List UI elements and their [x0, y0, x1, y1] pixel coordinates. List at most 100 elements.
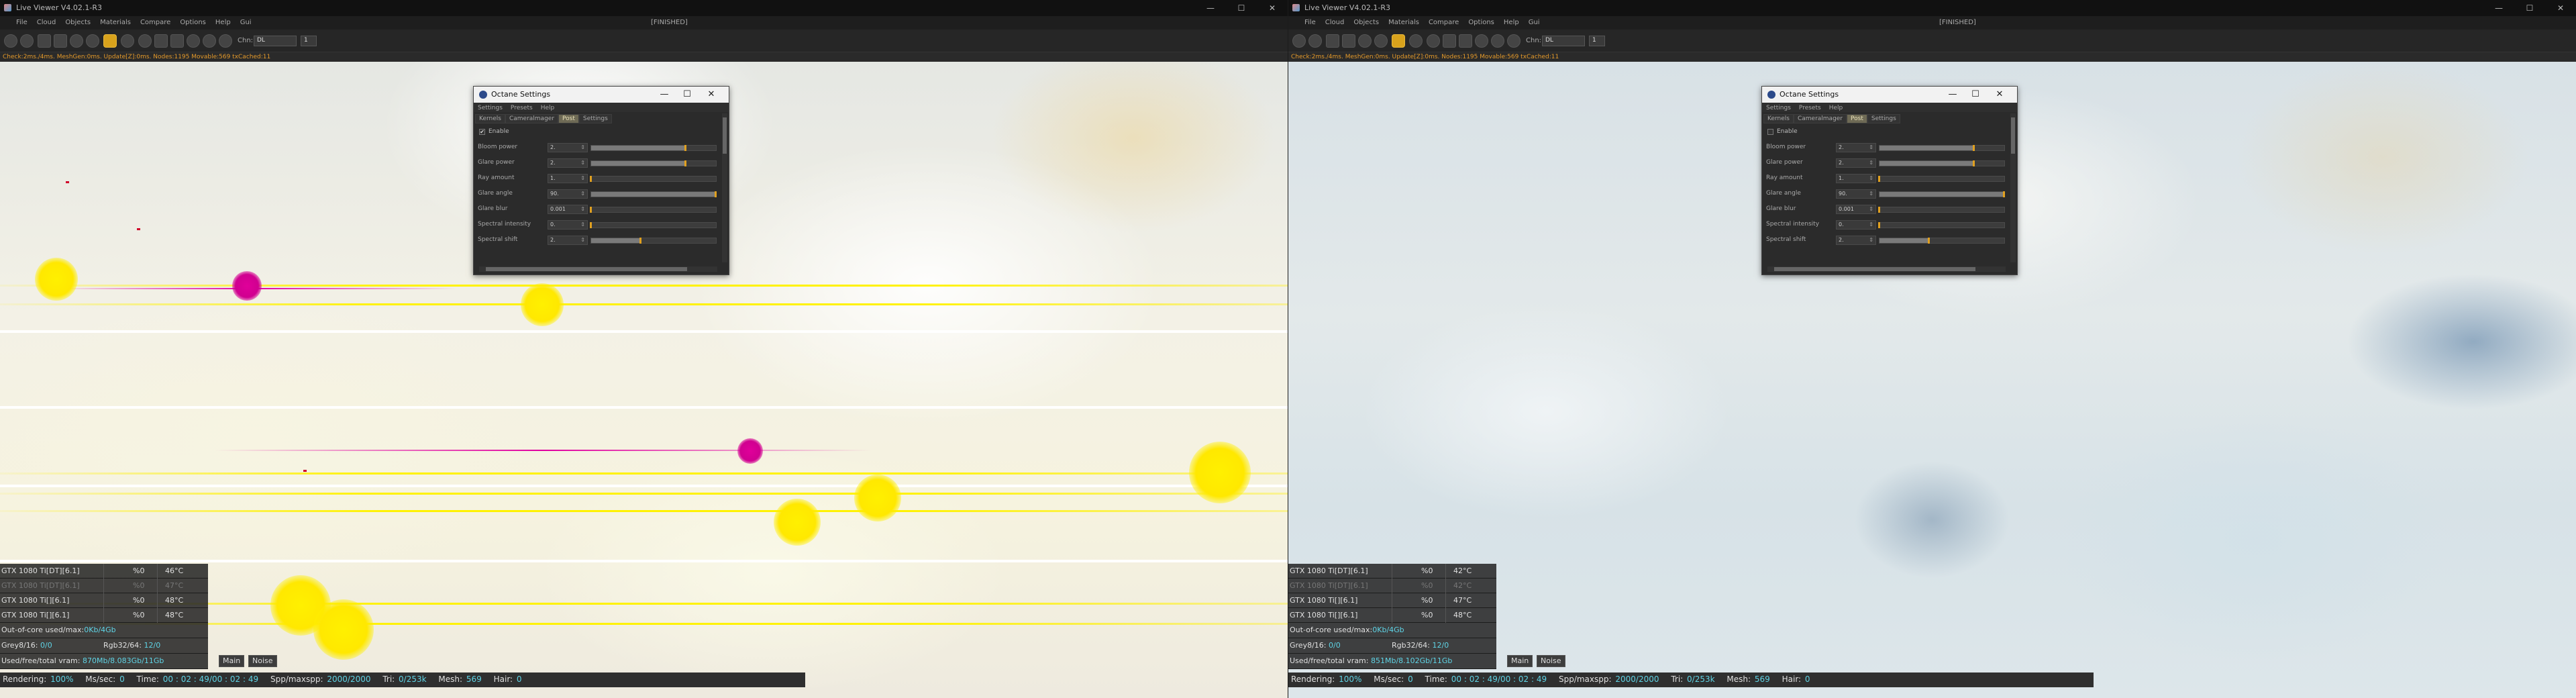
gpu-row[interactable]: GTX 1080 Ti[][6.1] %0 48°C [0, 593, 208, 608]
param-slider[interactable] [1878, 222, 2005, 228]
menu-help[interactable]: Help [1499, 16, 1524, 26]
settings-gear-icon[interactable] [4, 34, 17, 48]
spinner-arrows-icon[interactable]: ⇕ [1869, 144, 1873, 150]
channel-select[interactable]: DL [254, 36, 297, 46]
menu-compare[interactable]: Compare [1424, 16, 1463, 26]
dialog-scrollbar[interactable] [722, 113, 727, 262]
param-value-field[interactable]: 90. ⇕ [1836, 189, 1876, 199]
param-slider[interactable] [590, 160, 717, 166]
spinner-arrows-icon[interactable]: ⇕ [580, 237, 585, 243]
menu-objects[interactable]: Objects [60, 16, 95, 26]
material-ball-icon[interactable] [121, 34, 134, 48]
menu-cloud[interactable]: Cloud [1321, 16, 1349, 26]
main-button[interactable]: Main [219, 655, 245, 667]
menu-gui[interactable]: Gui [1524, 16, 1545, 26]
slider-knob[interactable] [715, 191, 717, 197]
pause-icon[interactable] [38, 34, 51, 48]
menu-options[interactable]: Options [175, 16, 211, 26]
param-value-field[interactable]: 0. ⇕ [1836, 220, 1876, 230]
param-slider[interactable] [1879, 191, 2005, 197]
dialog-menu-help[interactable]: Help [537, 104, 559, 112]
settings-gear-icon[interactable] [1292, 34, 1306, 48]
param-value-field[interactable]: 2. ⇕ [548, 236, 588, 245]
scroll-thumb[interactable] [2011, 117, 2015, 154]
param-slider[interactable] [590, 176, 717, 182]
slider-knob[interactable] [1878, 176, 1880, 182]
menu-materials[interactable]: Materials [95, 16, 136, 26]
gpu-row[interactable]: GTX 1080 Ti[DT][6.1] %0 42°C [1288, 579, 1496, 593]
tab-post[interactable]: Post [558, 114, 579, 123]
channel-select[interactable]: DL [1542, 36, 1585, 46]
object-picker-icon[interactable] [1459, 34, 1472, 48]
param-slider[interactable] [590, 207, 717, 213]
spinner-arrows-icon[interactable]: ⇕ [1869, 237, 1873, 243]
slider-knob[interactable] [1878, 222, 1880, 228]
param-value-field[interactable]: 2. ⇕ [1836, 143, 1876, 152]
light-icon[interactable] [219, 34, 232, 48]
dialog-maximize-button[interactable]: ☐ [1967, 88, 1983, 101]
dialog-menu-help[interactable]: Help [1825, 104, 1847, 112]
dialog-horizontal-scrollbar[interactable] [1767, 266, 2006, 272]
dialog-horizontal-scrollbar[interactable] [479, 266, 717, 272]
param-value-field[interactable]: 1. ⇕ [1836, 174, 1876, 183]
slider-knob[interactable] [1973, 160, 1975, 166]
tab-cameraimager[interactable]: Cameralmager [1793, 114, 1847, 123]
scroll-thumb[interactable] [1774, 267, 1975, 271]
param-value-field[interactable]: 2. ⇕ [548, 158, 588, 168]
slider-knob[interactable] [684, 145, 687, 151]
camera-target-icon[interactable] [1491, 34, 1504, 48]
menu-objects[interactable]: Objects [1349, 16, 1384, 26]
noise-button[interactable]: Noise [248, 655, 277, 667]
dialog-menu-settings[interactable]: Settings [1762, 104, 1795, 112]
dialog-close-button[interactable]: ✕ [1992, 88, 2008, 101]
scroll-thumb[interactable] [723, 117, 727, 154]
param-slider[interactable] [1879, 145, 2005, 151]
pause-icon[interactable] [1326, 34, 1339, 48]
slider-knob[interactable] [1973, 145, 1975, 151]
spinner-arrows-icon[interactable]: ⇕ [1869, 206, 1873, 212]
close-button[interactable]: ✕ [1257, 0, 1288, 16]
gpu-row[interactable]: GTX 1080 Ti[][6.1] %0 48°C [1288, 608, 1496, 623]
tab-settings[interactable]: Settings [1867, 114, 1900, 123]
material-picker-icon[interactable] [1427, 34, 1440, 48]
stop-icon[interactable] [54, 34, 67, 48]
gpu-row[interactable]: GTX 1080 Ti[DT][6.1] %0 47°C [0, 579, 208, 593]
gpu-row[interactable]: GTX 1080 Ti[][6.1] %0 48°C [0, 608, 208, 623]
enable-checkbox[interactable] [1767, 129, 1773, 135]
camera-target-icon[interactable] [203, 34, 216, 48]
param-value-field[interactable]: 2. ⇕ [1836, 236, 1876, 245]
menu-gui[interactable]: Gui [236, 16, 256, 26]
spinner-arrows-icon[interactable]: ⇕ [580, 206, 585, 212]
dialog-menu-presets[interactable]: Presets [507, 104, 537, 112]
menu-materials[interactable]: Materials [1384, 16, 1424, 26]
noise-button[interactable]: Noise [1537, 655, 1565, 667]
clay-mode-icon[interactable] [70, 34, 83, 48]
param-value-field[interactable]: 2. ⇕ [548, 143, 588, 152]
dialog-minimize-button[interactable]: — [656, 88, 672, 101]
white-balance-icon[interactable] [1475, 34, 1488, 48]
param-slider[interactable] [590, 238, 717, 244]
minimize-button[interactable]: — [2483, 0, 2514, 16]
white-balance-icon[interactable] [187, 34, 200, 48]
param-value-field[interactable]: 0.001 ⇕ [548, 205, 588, 214]
minimize-button[interactable]: — [1195, 0, 1226, 16]
param-slider[interactable] [590, 222, 717, 228]
param-value-field[interactable]: 1. ⇕ [548, 174, 588, 183]
scroll-thumb[interactable] [486, 267, 687, 271]
slider-knob[interactable] [1928, 238, 1930, 244]
channel-count-field[interactable]: 1 [1589, 36, 1605, 46]
focus-picker-icon[interactable] [1443, 34, 1456, 48]
gpu-row[interactable]: GTX 1080 Ti[DT][6.1] %0 42°C [1288, 564, 1496, 579]
stop-icon[interactable] [1342, 34, 1355, 48]
spinner-arrows-icon[interactable]: ⇕ [1869, 160, 1873, 166]
menu-cloud[interactable]: Cloud [32, 16, 61, 26]
param-value-field[interactable]: 0. ⇕ [548, 220, 588, 230]
slider-knob[interactable] [590, 176, 592, 182]
maximize-button[interactable]: ☐ [1226, 0, 1257, 16]
spinner-arrows-icon[interactable]: ⇕ [580, 144, 585, 150]
gpu-row[interactable]: GTX 1080 Ti[][6.1] %0 47°C [1288, 593, 1496, 608]
param-slider[interactable] [590, 145, 717, 151]
param-slider[interactable] [590, 191, 717, 197]
spinner-arrows-icon[interactable]: ⇕ [1869, 191, 1873, 197]
refresh-icon[interactable] [1308, 34, 1322, 48]
